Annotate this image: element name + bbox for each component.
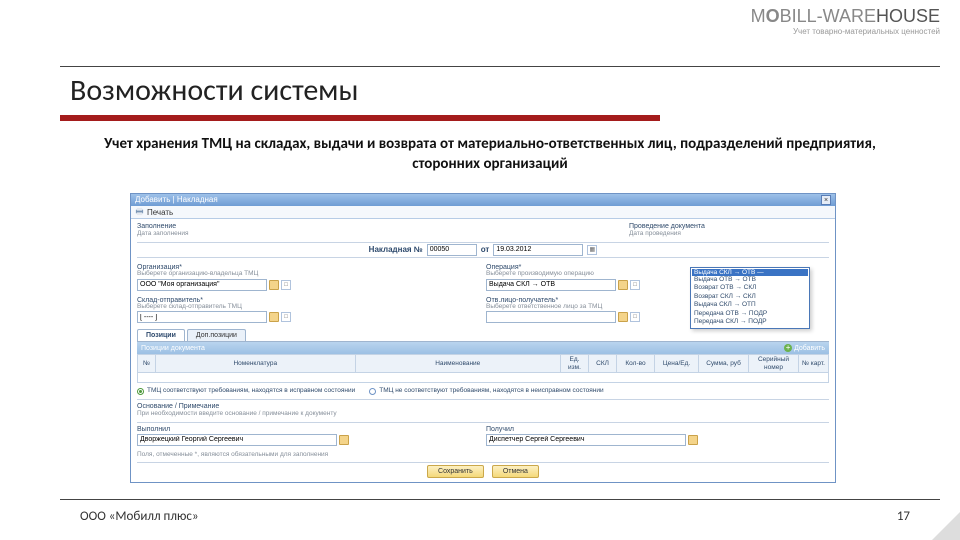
page-title: Возможности системы xyxy=(70,72,358,109)
corner-fold xyxy=(932,512,960,540)
tab-extra[interactable]: Доп.позиции xyxy=(187,329,246,341)
plus-icon: + xyxy=(784,344,792,352)
company-name: ООО «Мобилл плюс» xyxy=(80,509,199,524)
osn-hint: При необходимости введите основание / пр… xyxy=(137,411,829,418)
brand-subtitle: Учет товарно-материальных ценностей xyxy=(751,27,940,36)
table-header: № Номенклатура Наименование Ед. изм. СКЛ… xyxy=(138,355,829,372)
tab-positions[interactable]: Позиции xyxy=(137,329,185,341)
otv-input[interactable] xyxy=(486,311,616,323)
dropdown-item[interactable]: Выдача СКЛ → ОТП xyxy=(692,301,808,309)
org-input[interactable] xyxy=(137,279,267,291)
ot-label: от xyxy=(481,245,490,254)
app-window: Добавить | Накладная × Печать Заполнение… xyxy=(130,193,836,483)
dropdown-item[interactable]: Передача ОТВ → ПОДР xyxy=(692,310,808,318)
brand-text: MOBILL-WAREHOUSE xyxy=(751,6,940,27)
page-number: 17 xyxy=(897,509,910,524)
org-hint: Выберете организацию-владельца ТМЦ xyxy=(137,271,480,278)
dropdown-item[interactable]: Выдача ОТВ → ОТВ xyxy=(692,276,808,284)
radio-icon xyxy=(369,388,376,395)
toolbar: Печать xyxy=(131,206,835,219)
dropdown-selected[interactable]: Выдача СКЛ → ОТВ — xyxy=(692,269,808,276)
calendar-icon[interactable]: ▦ xyxy=(587,245,597,255)
table-row[interactable] xyxy=(138,372,829,382)
clear-icon[interactable]: □ xyxy=(630,312,640,322)
skl-hint: Выберете склад-отправитель ТМЦ xyxy=(137,304,480,311)
cancel-button[interactable]: Отмена xyxy=(492,465,539,478)
dropdown-item[interactable]: Возврат ОТВ → СКЛ xyxy=(692,284,808,292)
docnum-row: Накладная № от ▦ xyxy=(137,242,829,258)
save-button[interactable]: Сохранить xyxy=(427,465,484,478)
folder-icon[interactable] xyxy=(688,435,698,445)
brand-logo: MOBILL-WAREHOUSE Учет товарно-материальн… xyxy=(751,6,940,36)
folder-icon[interactable] xyxy=(269,312,279,322)
fill-label: Заполнение xyxy=(137,223,619,231)
clear-icon[interactable]: □ xyxy=(281,312,291,322)
radio-bad[interactable]: ТМЦ не соответствуют требованиям, находя… xyxy=(369,387,603,395)
grid-toolbar: Позиции документа +Добавить xyxy=(137,342,829,354)
op-input[interactable] xyxy=(486,279,616,291)
button-row: Сохранить Отмена xyxy=(137,462,829,478)
docnum-input[interactable] xyxy=(427,244,477,256)
dropdown-item[interactable]: Возврат СКЛ → СКЛ xyxy=(692,293,808,301)
radio-ok[interactable]: ТМЦ соответствуют требованиям, находятся… xyxy=(137,387,355,395)
vyp-input[interactable] xyxy=(137,434,337,446)
folder-icon[interactable] xyxy=(618,280,628,290)
dropdown-item[interactable]: Передача СКЛ → ПОДР xyxy=(692,318,808,326)
page-subtitle: Учет хранения ТМЦ на складах, выдачи и в… xyxy=(80,135,900,174)
page-footer: ООО «Мобилл плюс» 17 xyxy=(80,509,910,524)
pol-input[interactable] xyxy=(486,434,686,446)
print-button[interactable]: Печать xyxy=(147,208,173,217)
fill-date-label: Дата заполнения xyxy=(137,231,619,238)
folder-icon[interactable] xyxy=(618,312,628,322)
window-title: Добавить | Накладная xyxy=(135,194,218,206)
condition-radios: ТМЦ соответствуют требованиям, находятся… xyxy=(137,387,829,395)
vyp-label: Выполнил xyxy=(137,426,480,433)
tabs: Позиции Доп.позиции xyxy=(137,329,829,342)
prov-date-label: Дата проведения xyxy=(629,231,829,238)
grid-title: Позиции документа xyxy=(141,345,205,352)
required-hint: Поля, отмеченные *, являются обязательны… xyxy=(137,452,829,459)
operation-dropdown[interactable]: Выдача СКЛ → ОТВ — Выдача ОТВ → ОТВ Возв… xyxy=(690,267,810,329)
close-icon[interactable]: × xyxy=(821,195,831,205)
title-rule xyxy=(60,64,940,67)
radio-icon xyxy=(137,388,144,395)
pol-label: Получил xyxy=(486,426,829,433)
folder-icon[interactable] xyxy=(269,280,279,290)
printer-icon[interactable] xyxy=(135,207,144,218)
title-accent xyxy=(60,115,660,121)
date-input[interactable] xyxy=(493,244,583,256)
skl-input[interactable] xyxy=(137,311,267,323)
footer-rule xyxy=(60,499,940,500)
form-content: Заполнение Дата заполнения Проведение до… xyxy=(131,219,835,482)
clear-icon[interactable]: □ xyxy=(281,280,291,290)
folder-icon[interactable] xyxy=(339,435,349,445)
grid: № Номенклатура Наименование Ед. изм. СКЛ… xyxy=(137,354,829,382)
window-titlebar: Добавить | Накладная × xyxy=(131,194,835,206)
docnum-label: Накладная № xyxy=(369,245,423,254)
add-button[interactable]: +Добавить xyxy=(784,344,825,352)
clear-icon[interactable]: □ xyxy=(630,280,640,290)
